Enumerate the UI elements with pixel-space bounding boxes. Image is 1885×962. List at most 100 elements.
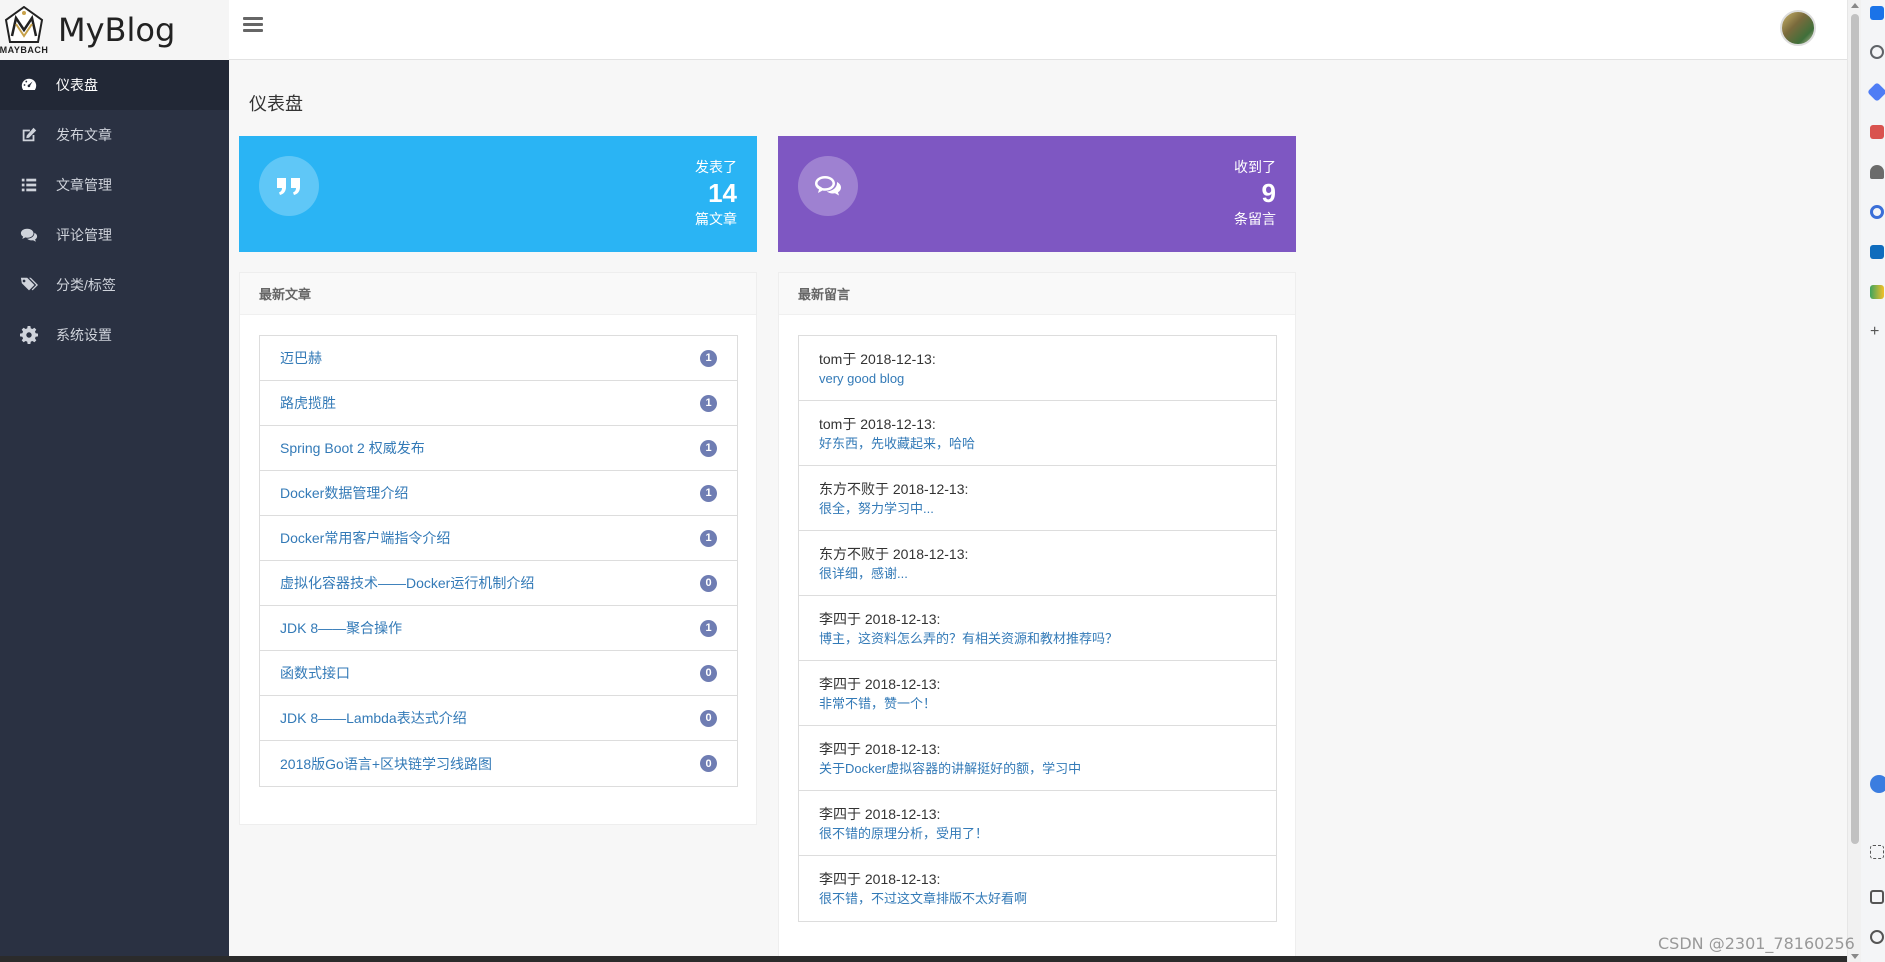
stat-label-bottom: 条留言 xyxy=(1234,211,1276,227)
comments-icon xyxy=(18,226,40,244)
logo-text: MAYBACH xyxy=(0,44,49,55)
articles-stat-card: 发表了 14 篇文章 xyxy=(239,136,757,252)
sidebar-item-label: 发布文章 xyxy=(56,127,112,143)
comment-author: 李四于 2018-12-13: xyxy=(819,871,941,887)
list-item: 李四于 2018-12-13: 关于Docker虚拟容器的讲解挺好的额，学习中 xyxy=(799,726,1276,791)
brand-name[interactable]: MyBlog xyxy=(58,11,175,49)
list-item: 东方不败于 2018-12-13: 很详细，感谢... xyxy=(799,531,1276,596)
list-item[interactable]: 虚拟化容器技术——Docker运行机制介绍 0 xyxy=(260,561,737,606)
gear-icon[interactable] xyxy=(1870,930,1884,944)
gear-icon xyxy=(18,326,40,344)
person-icon[interactable] xyxy=(1870,165,1884,179)
article-title-link[interactable]: 函数式接口 xyxy=(280,663,350,683)
external-link-icon[interactable] xyxy=(1870,890,1884,904)
tags-icon xyxy=(18,276,40,294)
comment-author: 东方不败于 2018-12-13: xyxy=(819,481,969,497)
stat-label-top: 收到了 xyxy=(1234,159,1276,175)
list-item[interactable]: JDK 8——Lambda表达式介绍 0 xyxy=(260,696,737,741)
comment-text-link[interactable]: 很不错，不过这文章排版不太好看啊 xyxy=(819,889,1256,909)
comment-count-badge: 0 xyxy=(700,755,717,772)
comment-count-badge: 0 xyxy=(700,574,717,592)
comment-author: 李四于 2018-12-13: xyxy=(819,741,941,757)
article-title-link[interactable]: JDK 8——Lambda表达式介绍 xyxy=(280,708,467,728)
quote-icon xyxy=(259,156,319,216)
scroll-up-icon[interactable] xyxy=(1851,3,1859,8)
comments-stat-card: 收到了 9 条留言 xyxy=(778,136,1296,252)
search-icon[interactable] xyxy=(1870,45,1884,59)
comment-author: 李四于 2018-12-13: xyxy=(819,676,941,692)
comment-count: 9 xyxy=(1261,178,1276,208)
sidebar-item-label: 文章管理 xyxy=(56,177,112,193)
outlook-icon[interactable] xyxy=(1870,245,1884,259)
edit-icon xyxy=(18,126,40,144)
comment-text-link[interactable]: 关于Docker虚拟容器的讲解挺好的额，学习中 xyxy=(819,759,1256,779)
article-title-link[interactable]: 虚拟化容器技术——Docker运行机制介绍 xyxy=(280,573,534,593)
article-title-link[interactable]: JDK 8——聚合操作 xyxy=(280,618,402,638)
comment-text-link[interactable]: 博主，这资料怎么弄的？有相关资源和教材推荐吗？ xyxy=(819,629,1256,649)
shopping-icon[interactable] xyxy=(1870,125,1884,139)
watermark: CSDN @2301_78160256 xyxy=(1658,934,1855,953)
comment-text-link[interactable]: 很详细，感谢... xyxy=(819,564,1256,584)
add-icon[interactable]: + xyxy=(1870,324,1884,340)
sidebar-item-comments[interactable]: 评论管理 xyxy=(0,210,229,260)
sidebar-item-dashboard[interactable]: 仪表盘 xyxy=(0,60,229,110)
comment-author: tom于 2018-12-13: xyxy=(819,416,936,432)
comments-icon xyxy=(798,156,858,216)
screenshot-icon[interactable] xyxy=(1870,845,1884,859)
comment-text-link[interactable]: 很不错的原理分析，受用了！ xyxy=(819,824,1256,844)
comment-text-link[interactable]: very good blog xyxy=(819,369,1256,389)
stat-label-top: 发表了 xyxy=(695,159,737,175)
article-title-link[interactable]: 迈巴赫 xyxy=(280,348,322,368)
user-avatar[interactable] xyxy=(1780,10,1816,46)
list-item[interactable]: 路虎揽胜 1 xyxy=(260,381,737,426)
list-item: 李四于 2018-12-13: 非常不错，赞一个！ xyxy=(799,661,1276,726)
list-item[interactable]: 迈巴赫 1 xyxy=(260,336,737,381)
sidebar-item-publish[interactable]: 发布文章 xyxy=(0,110,229,160)
list-item: tom于 2018-12-13: very good blog xyxy=(799,336,1276,401)
comment-count-badge: 1 xyxy=(700,439,717,457)
assistant-icon[interactable] xyxy=(1870,775,1885,793)
sidebar-item-tags[interactable]: 分类/标签 xyxy=(0,260,229,310)
list-item[interactable]: Docker数据管理介绍 1 xyxy=(260,471,737,516)
comment-author: tom于 2018-12-13: xyxy=(819,351,936,367)
sidebar-item-settings[interactable]: 系统设置 xyxy=(0,310,229,360)
copilot-icon[interactable] xyxy=(1867,82,1885,102)
comment-count-badge: 0 xyxy=(700,709,717,727)
article-title-link[interactable]: Spring Boot 2 权威发布 xyxy=(280,438,425,458)
list-item: 李四于 2018-12-13: 博主，这资料怎么弄的？有相关资源和教材推荐吗？ xyxy=(799,596,1276,661)
article-title-link[interactable]: Docker数据管理介绍 xyxy=(280,483,408,503)
maybach-logo: MAYBACH xyxy=(0,0,48,60)
sidebar-item-articles[interactable]: 文章管理 xyxy=(0,160,229,210)
games-icon[interactable] xyxy=(1870,205,1884,219)
comment-count-badge: 1 xyxy=(700,394,717,412)
drop-icon[interactable] xyxy=(1870,285,1884,299)
article-title-link[interactable]: 2018版Go语言+区块链学习线路图 xyxy=(280,754,492,774)
brand[interactable]: MAYBACH MyBlog xyxy=(0,0,229,60)
article-title-link[interactable]: 路虎揽胜 xyxy=(280,393,336,413)
panel-title: 最新文章 xyxy=(240,273,756,315)
taskbar-edge xyxy=(0,956,1847,962)
browser-app-icon[interactable] xyxy=(1870,6,1884,20)
scroll-down-icon[interactable] xyxy=(1851,954,1859,959)
comment-text-link[interactable]: 好东西，先收藏起来，哈哈 xyxy=(819,434,1256,454)
browser-sidebar: + xyxy=(1861,0,1885,962)
list-item[interactable]: 函数式接口 0 xyxy=(260,651,737,696)
sidebar-item-label: 仪表盘 xyxy=(56,77,98,93)
comment-author: 李四于 2018-12-13: xyxy=(819,806,941,822)
latest-articles-panel: 最新文章 迈巴赫 1 路虎揽胜 1 Spring Boot 2 权威发布 1 Dock… xyxy=(239,272,757,825)
list-item[interactable]: Docker常用客户端指令介绍 1 xyxy=(260,516,737,561)
latest-comments-panel: 最新留言 tom于 2018-12-13: very good blog tom于… xyxy=(778,272,1296,962)
comment-text-link[interactable]: 很全，努力学习中... xyxy=(819,499,1256,519)
comment-author: 东方不败于 2018-12-13: xyxy=(819,546,969,562)
article-title-link[interactable]: Docker常用客户端指令介绍 xyxy=(280,528,450,548)
list-item[interactable]: 2018版Go语言+区块链学习线路图 0 xyxy=(260,741,737,786)
list-item[interactable]: Spring Boot 2 权威发布 1 xyxy=(260,426,737,471)
sidebar-item-label: 系统设置 xyxy=(56,327,112,343)
sidebar-item-label: 评论管理 xyxy=(56,227,112,243)
page-scrollbar[interactable] xyxy=(1847,0,1861,962)
comment-author: 李四于 2018-12-13: xyxy=(819,611,941,627)
scroll-thumb[interactable] xyxy=(1851,14,1859,844)
menu-toggle-icon[interactable] xyxy=(243,17,263,33)
comment-text-link[interactable]: 非常不错，赞一个！ xyxy=(819,694,1256,714)
list-item[interactable]: JDK 8——聚合操作 1 xyxy=(260,606,737,651)
